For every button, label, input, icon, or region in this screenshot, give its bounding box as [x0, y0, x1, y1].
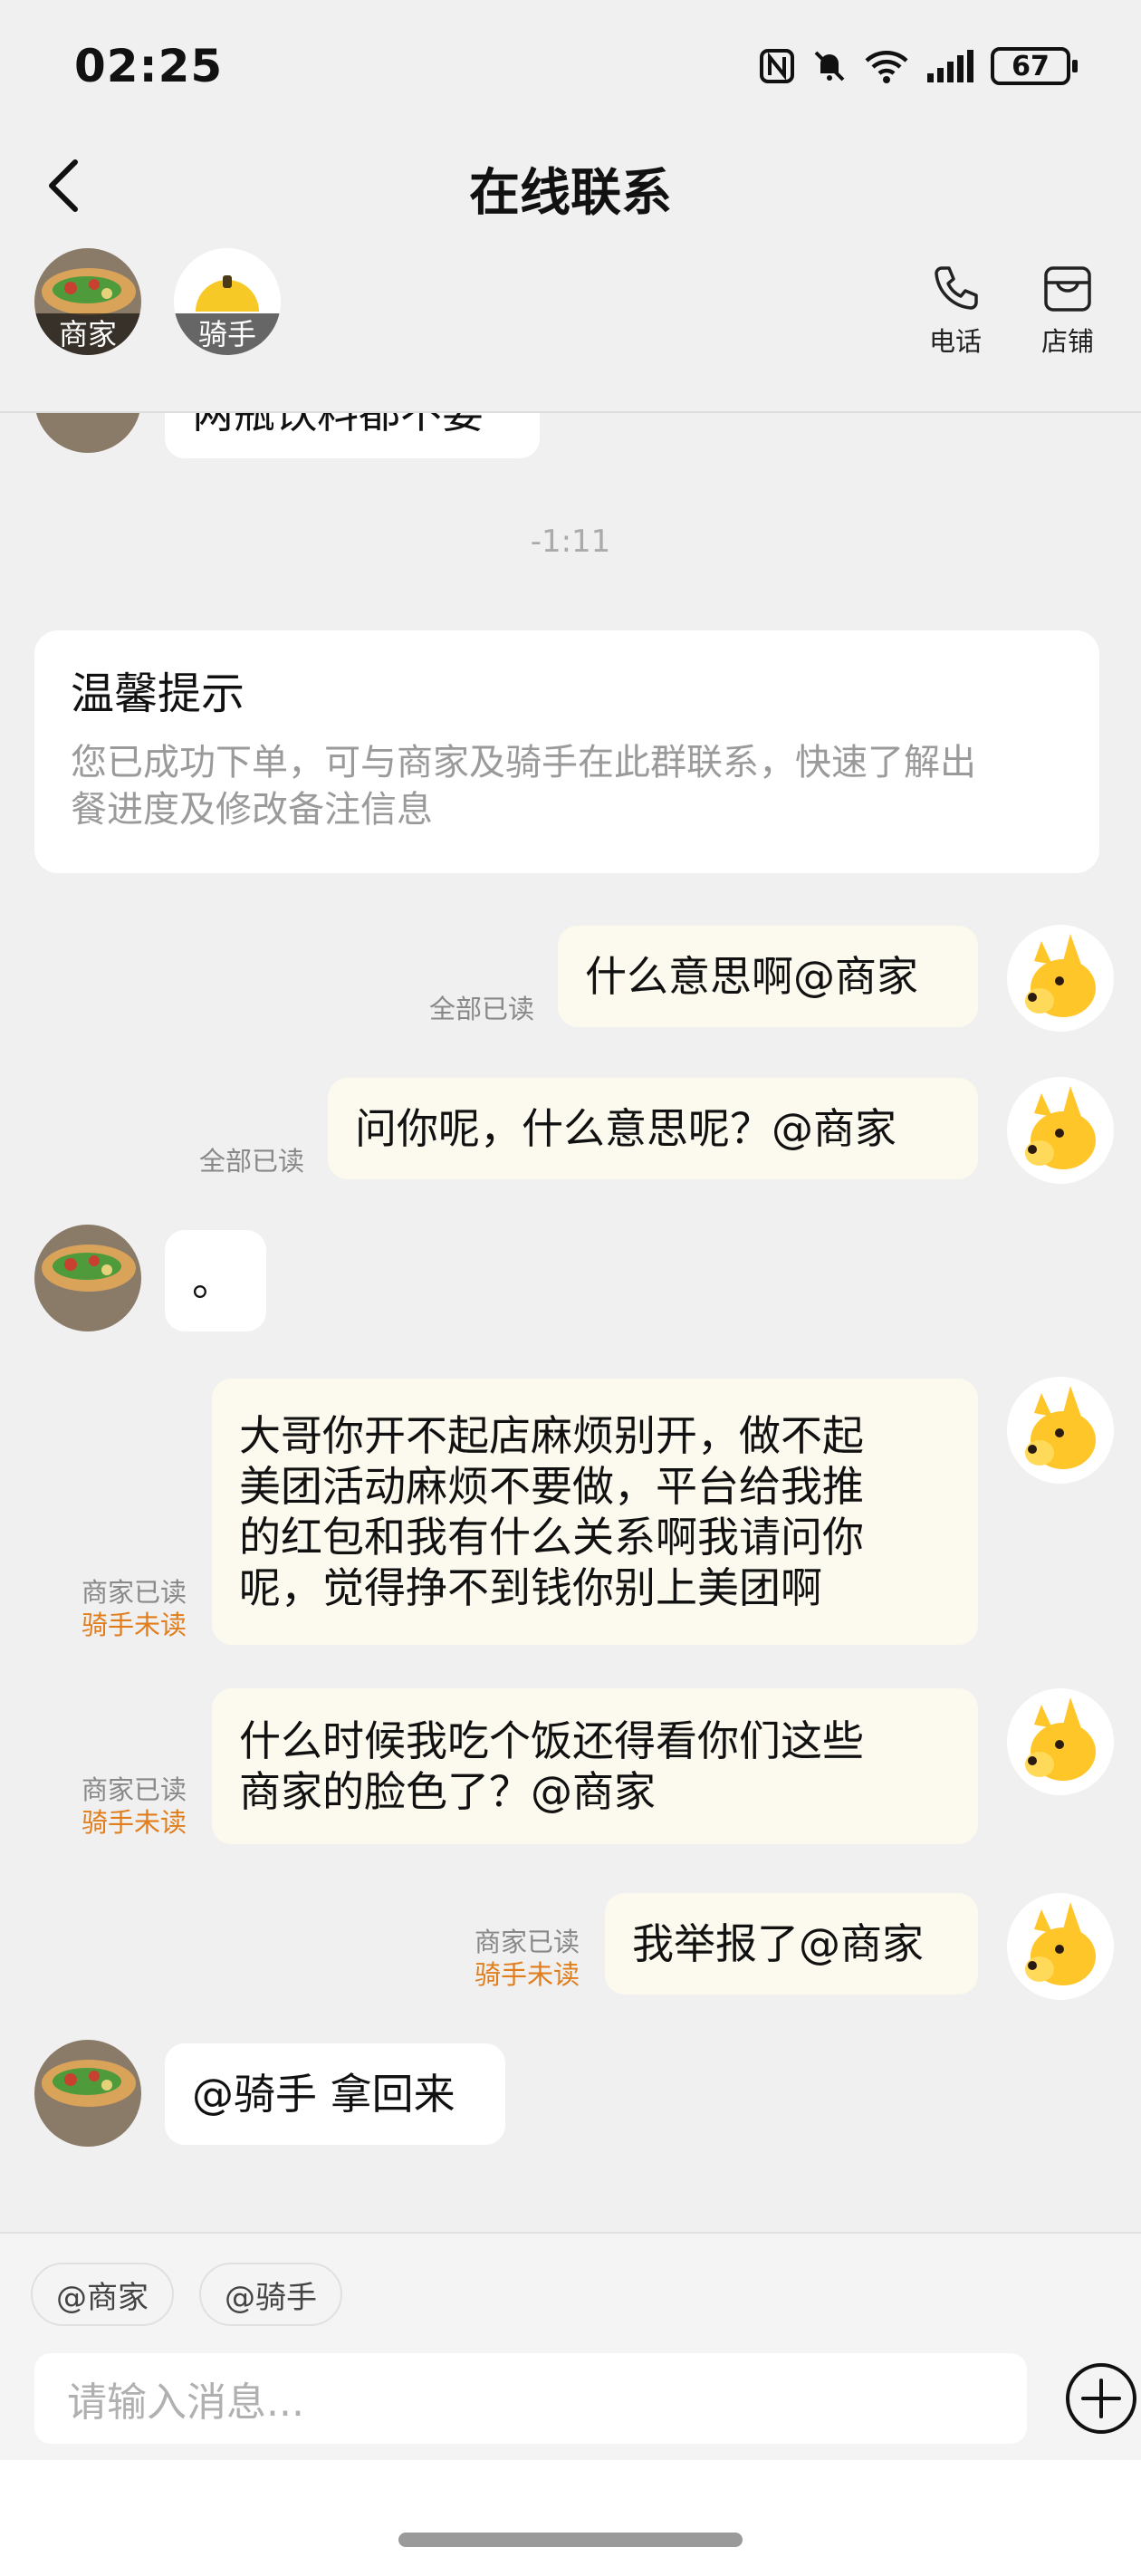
phone-button[interactable]: 电话: [906, 263, 1005, 359]
nav-bar: 在线联系: [0, 136, 1141, 235]
message-input[interactable]: 请输入消息...: [34, 2353, 1027, 2444]
message-bubble-outgoing[interactable]: 什么意思啊@商家: [558, 926, 978, 1027]
user-avatar[interactable]: [1007, 925, 1114, 1032]
merchant-avatar[interactable]: 商家: [34, 248, 141, 355]
plus-icon: [1066, 2363, 1136, 2434]
user-avatar[interactable]: [1007, 1893, 1114, 2000]
user-avatar[interactable]: [1007, 1688, 1114, 1795]
read-status: 商家已读 骑手未读: [475, 1926, 580, 1991]
phone-label: 电话: [928, 326, 982, 357]
battery-icon: 67: [991, 47, 1078, 85]
status-icons: 67: [759, 47, 1078, 85]
read-status: 商家已读 骑手未读: [82, 1773, 187, 1839]
mention-merchant-chip[interactable]: @商家: [31, 2263, 174, 2326]
message-text: 什么意思啊@商家: [585, 952, 918, 1001]
burrito-food-icon: [34, 2040, 141, 2147]
message-text-line: 什么时候我吃个饭还得看你们这些: [239, 1716, 864, 1765]
message-bubble-outgoing[interactable]: 我举报了@商家: [605, 1893, 978, 1994]
rider-avatar[interactable]: 骑手: [174, 248, 281, 355]
store-label: 店铺: [1040, 326, 1094, 357]
message-bubble-incoming[interactable]: @骑手 拿回来: [165, 2043, 505, 2145]
burrito-food-icon: [34, 413, 141, 453]
mention-rider-chip[interactable]: @骑手: [199, 2263, 342, 2326]
unread-status-text: 骑手未读: [474, 1959, 580, 1990]
home-indicator[interactable]: [398, 2533, 743, 2547]
message-text: 问你呢，什么意思呢？@商家: [355, 1104, 896, 1153]
message-text: 我举报了@商家: [632, 1919, 924, 1968]
read-status-text: 商家已读: [474, 1927, 580, 1957]
battery-level: 67: [1012, 50, 1050, 82]
page-title: 在线联系: [469, 164, 672, 223]
mute-icon: [811, 48, 848, 84]
message-bubble-incoming[interactable]: 两瓶饮料都不要: [165, 413, 540, 458]
home-indicator-area: [0, 2460, 1141, 2576]
store-button[interactable]: 店铺: [1018, 263, 1117, 359]
read-status: 全部已读: [199, 1145, 304, 1177]
user-avatar[interactable]: [1007, 1077, 1114, 1184]
merchant-message-avatar[interactable]: [34, 1225, 141, 1331]
message-bubble-outgoing[interactable]: 什么时候我吃个饭还得看你们这些 商家的脸色了？@商家: [212, 1688, 978, 1844]
read-status-text: 商家已读: [81, 1774, 187, 1805]
store-icon: [1044, 266, 1091, 312]
read-status: 全部已读: [429, 993, 534, 1025]
user-avatar[interactable]: [1007, 1377, 1114, 1484]
notice-body-line: 餐进度及修改备注信息: [71, 789, 433, 831]
message-text: 。: [192, 1256, 234, 1305]
read-status: 商家已读 骑手未读: [82, 1576, 187, 1641]
signal-icon: [925, 48, 974, 84]
unread-status-text: 骑手未读: [81, 1610, 187, 1640]
message-text-line: 的红包和我有什么关系啊我请问你: [239, 1513, 864, 1562]
time-separator: -1:11: [530, 524, 611, 560]
notice-title: 温馨提示: [71, 668, 245, 719]
wifi-icon: [864, 48, 909, 84]
merchant-message-avatar[interactable]: [34, 413, 141, 453]
message-text-line: 商家的脸色了？@商家: [239, 1767, 656, 1816]
unread-status-text: 骑手未读: [81, 1807, 187, 1838]
members-row: 商家 骑手 电话 店铺: [0, 245, 1141, 412]
rider-label: 骑手: [174, 313, 281, 355]
input-placeholder: 请输入消息...: [67, 2379, 304, 2426]
kangaroo-mascot-icon: [1007, 925, 1114, 1032]
read-status-text: 全部已读: [198, 1146, 304, 1177]
input-area: @商家 @骑手 请输入消息...: [0, 2232, 1141, 2576]
read-status-text: 商家已读: [81, 1577, 187, 1608]
burrito-food-icon: [34, 1225, 141, 1331]
message-bubble-outgoing[interactable]: 大哥你开不起店麻烦别开，做不起 美团活动麻烦不要做，平台给我推 的红包和我有什么…: [212, 1379, 978, 1645]
phone-icon: [935, 266, 978, 310]
merchant-label: 商家: [34, 313, 141, 355]
kangaroo-mascot-icon: [1007, 1893, 1114, 2000]
kangaroo-mascot-icon: [1007, 1688, 1114, 1795]
message-bubble-outgoing[interactable]: 问你呢，什么意思呢？@商家: [328, 1078, 978, 1179]
message-text: @骑手 拿回来: [192, 2070, 455, 2119]
status-time: 02:25: [74, 40, 224, 92]
notice-body: 您已成功下单，可与商家及骑手在此群联系，快速了解出 餐进度及修改备注信息: [71, 739, 1063, 833]
message-text-line: 美团活动麻烦不要做，平台给我推: [239, 1462, 864, 1511]
message-text: 两瓶饮料都不要: [192, 413, 484, 437]
message-text-line: 大哥你开不起店麻烦别开，做不起: [239, 1411, 864, 1460]
status-bar: 02:25 67: [0, 0, 1141, 136]
kangaroo-mascot-icon: [1007, 1077, 1114, 1184]
chip-label: @骑手: [225, 2279, 317, 2316]
message-bubble-incoming[interactable]: 。: [165, 1230, 266, 1331]
notice-card: 温馨提示 您已成功下单，可与商家及骑手在此群联系，快速了解出 餐进度及修改备注信…: [34, 630, 1099, 873]
message-text-line: 呢，觉得挣不到钱你别上美团啊: [239, 1563, 822, 1612]
kangaroo-mascot-icon: [1007, 1377, 1114, 1484]
chip-label: @商家: [56, 2279, 149, 2316]
plus-button[interactable]: [1063, 2360, 1139, 2437]
chat-area[interactable]: 两瓶饮料都不要 -1:11 温馨提示 您已成功下单，可与商家及骑手在此群联系，快…: [0, 413, 1141, 2234]
read-status-text: 全部已读: [428, 994, 534, 1024]
notice-body-line: 您已成功下单，可与商家及骑手在此群联系，快速了解出: [71, 742, 976, 783]
merchant-message-avatar[interactable]: [34, 2040, 141, 2147]
nfc-icon: [759, 48, 795, 84]
